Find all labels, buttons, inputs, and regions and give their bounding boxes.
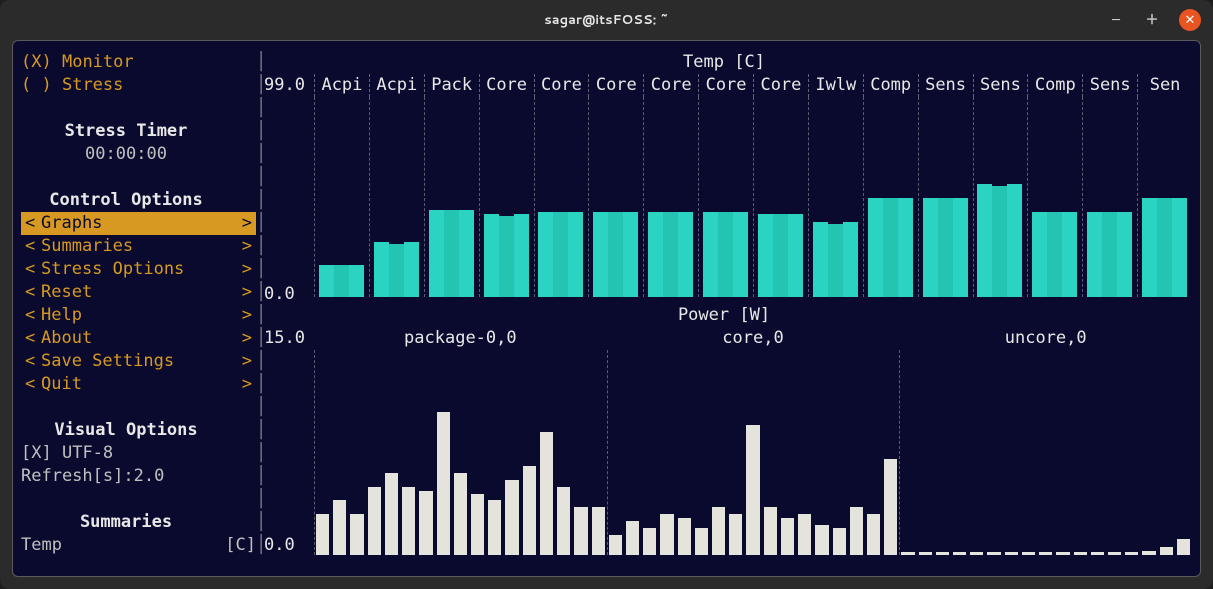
- temp-bar-group: [918, 97, 973, 297]
- temp-col-label: Iwlw: [808, 74, 863, 97]
- temp-col-label: Pack: [424, 74, 479, 97]
- stress-timer-heading: Stress Timer: [21, 120, 231, 143]
- temp-col-label: Sens: [918, 74, 973, 97]
- power-column-labels: package-0,0core,0uncore,0: [314, 327, 1192, 350]
- temp-bar-group: [808, 97, 863, 297]
- temp-col-label: Core: [698, 74, 753, 97]
- visual-options-heading: Visual Options: [21, 419, 231, 442]
- power-ymax: 15.0: [264, 327, 305, 350]
- temp-bar-group: [753, 97, 808, 297]
- temp-col-label: Core: [534, 74, 589, 97]
- temp-bar-group: [1027, 97, 1082, 297]
- menu-about[interactable]: <About>: [21, 327, 256, 350]
- temp-column-labels: AcpiAcpiPackCoreCoreCoreCoreCoreCoreIwlw…: [314, 74, 1192, 97]
- power-chart-title: Power [W]: [678, 304, 770, 327]
- temp-bar-group: [534, 97, 589, 297]
- mode-stress[interactable]: ( ) Stress: [21, 74, 256, 97]
- charts-area: ││││││││││││││││││││││ Temp [C] 99.0 0.0…: [256, 51, 1192, 557]
- temp-col-label: Core: [479, 74, 534, 97]
- visual-refresh[interactable]: Refresh[s]:2.0: [21, 465, 256, 488]
- visual-utf8[interactable]: [X] UTF-8: [21, 442, 256, 465]
- temp-bar-group: [1082, 97, 1137, 297]
- temp-bar-group: [369, 97, 424, 297]
- terminal: (X) Monitor ( ) Stress Stress Timer 00:0…: [12, 40, 1201, 577]
- sidebar: (X) Monitor ( ) Stress Stress Timer 00:0…: [21, 51, 256, 557]
- menu-reset[interactable]: <Reset>: [21, 281, 256, 304]
- temp-ymin: 0.0: [264, 283, 295, 306]
- power-bar-group: [899, 350, 1192, 555]
- temp-col-label: Core: [753, 74, 808, 97]
- menu-graphs[interactable]: <Graphs>: [21, 212, 256, 235]
- power-col-label: core,0: [607, 327, 900, 350]
- minimize-button[interactable]: ─: [1107, 11, 1125, 29]
- mode-monitor[interactable]: (X) Monitor: [21, 51, 256, 74]
- maximize-button[interactable]: ＋: [1143, 11, 1161, 29]
- temp-chart-bars: [314, 97, 1192, 297]
- temp-bar-group: [698, 97, 753, 297]
- power-col-label: package-0,0: [314, 327, 607, 350]
- temp-bar-group: [424, 97, 479, 297]
- power-chart-bars: [314, 350, 1192, 555]
- temp-bar-group: [643, 97, 698, 297]
- power-bar-group: [607, 350, 900, 555]
- menu-quit[interactable]: <Quit>: [21, 373, 256, 396]
- temp-chart-title: Temp [C]: [683, 51, 765, 74]
- temp-col-label: Core: [643, 74, 698, 97]
- temp-col-label: Acpi: [369, 74, 424, 97]
- menu-save-settings[interactable]: <Save Settings>: [21, 350, 256, 373]
- temp-bar-group: [314, 97, 369, 297]
- temp-col-label: Sens: [1082, 74, 1137, 97]
- temp-col-label: Sen: [1137, 74, 1192, 97]
- temp-col-label: Core: [588, 74, 643, 97]
- temp-col-label: Comp: [863, 74, 918, 97]
- summary-row-temp: Temp [C]: [21, 534, 256, 557]
- summaries-heading: Summaries: [21, 511, 231, 534]
- window-title: sagar@itsFOSS: ~: [544, 9, 668, 32]
- close-button[interactable]: ✕: [1179, 9, 1201, 31]
- power-col-label: uncore,0: [899, 327, 1192, 350]
- menu-summaries[interactable]: <Summaries>: [21, 235, 256, 258]
- temp-bar-group: [1137, 97, 1192, 297]
- temp-bar-group: [863, 97, 918, 297]
- temp-bar-group: [479, 97, 534, 297]
- temp-col-label: Acpi: [314, 74, 369, 97]
- temp-bar-group: [588, 97, 643, 297]
- temp-bar-group: [973, 97, 1028, 297]
- stress-timer-value: 00:00:00: [21, 143, 231, 166]
- temp-ymax: 99.0: [264, 74, 305, 97]
- temp-col-label: Sens: [973, 74, 1028, 97]
- menu-help[interactable]: <Help>: [21, 304, 256, 327]
- titlebar: sagar@itsFOSS: ~ ─ ＋ ✕: [0, 0, 1213, 40]
- temp-col-label: Comp: [1027, 74, 1082, 97]
- power-ymin: 0.0: [264, 534, 295, 557]
- power-bar-group: [314, 350, 607, 555]
- menu-stress-options[interactable]: <Stress Options>: [21, 258, 256, 281]
- control-options-heading: Control Options: [21, 189, 231, 212]
